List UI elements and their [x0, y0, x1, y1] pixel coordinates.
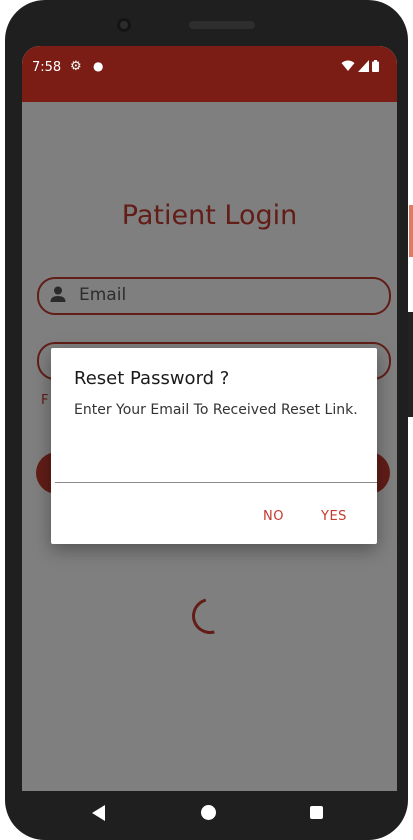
notification-dot-icon: ● [93, 59, 104, 73]
earpiece-speaker [189, 21, 255, 29]
status-time: 7:58 [32, 60, 62, 75]
status-bar: 7:58 ⚙ ● [22, 46, 397, 102]
dialog-message: Enter Your Email To Received Reset Link. [74, 402, 358, 418]
no-button[interactable]: NO [263, 509, 284, 524]
dialog-title: Reset Password ? [74, 368, 230, 389]
battery-icon [372, 60, 379, 72]
back-icon[interactable] [92, 805, 105, 821]
side-edge-mark [408, 312, 413, 417]
phone-frame: 7:58 ⚙ ● Patient Login Email [5, 0, 408, 840]
side-edge-mark [409, 205, 413, 257]
home-icon[interactable] [201, 805, 216, 820]
phone-top-bezel [5, 0, 408, 50]
device-screen: 7:58 ⚙ ● Patient Login Email [22, 46, 397, 791]
settings-icon: ⚙ [70, 59, 82, 74]
reset-email-input[interactable] [55, 458, 377, 483]
yes-button[interactable]: YES [321, 509, 347, 524]
status-icons [341, 60, 379, 72]
front-camera [117, 18, 131, 32]
reset-password-dialog: Reset Password ? Enter Your Email To Rec… [51, 348, 377, 544]
wifi-icon [341, 60, 355, 71]
signal-icon [358, 60, 369, 72]
recents-icon[interactable] [310, 806, 323, 819]
